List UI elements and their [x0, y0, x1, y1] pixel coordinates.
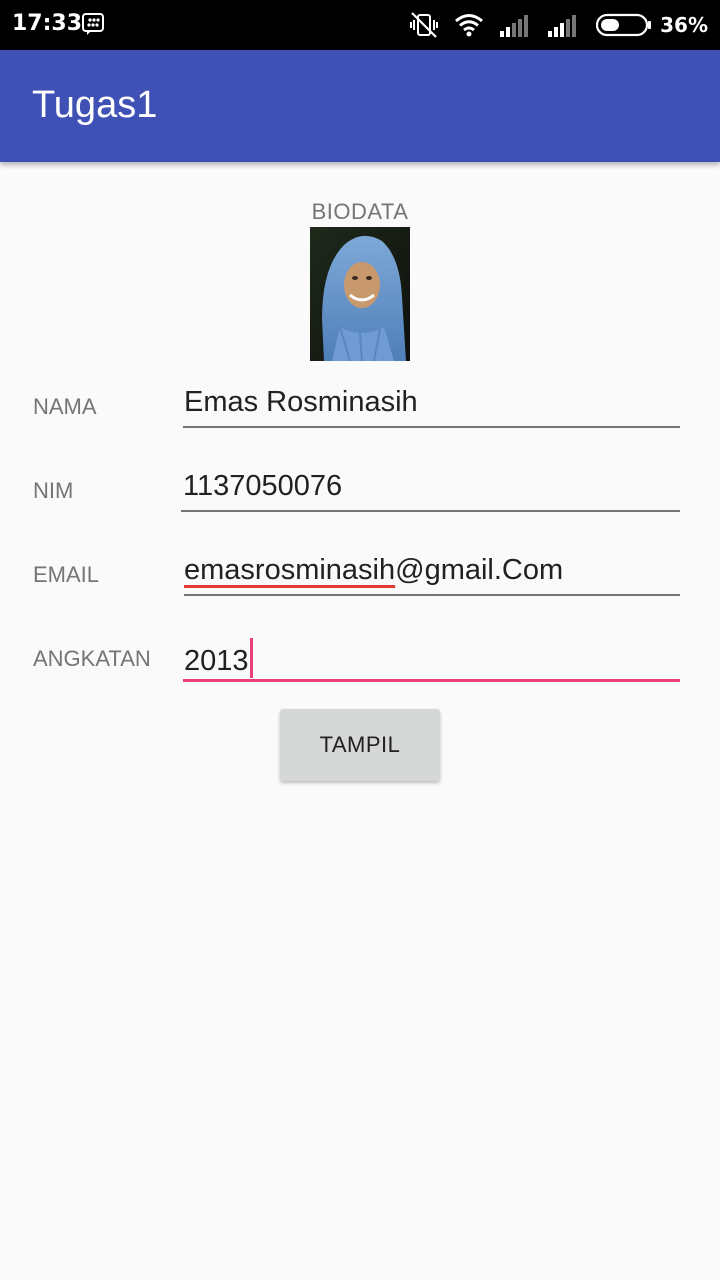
nim-input[interactable]: 1137050076 [183, 470, 342, 503]
text-cursor [249, 638, 253, 678]
angkatan-input-underline [183, 679, 680, 682]
status-time: 17:33 [12, 11, 83, 36]
email-input[interactable]: emasrosminasih@gmail.Com [184, 554, 563, 587]
email-input-underline [184, 594, 680, 596]
signal-icon [500, 15, 529, 37]
status-bar: 17:33 36% [0, 0, 720, 50]
bbm-notification-icon [82, 13, 104, 35]
app-bar: Tugas1 [0, 50, 720, 162]
profile-photo [310, 227, 410, 361]
status-icons: 36% [410, 12, 708, 38]
battery-icon [596, 13, 652, 37]
angkatan-input[interactable]: 2013 [184, 638, 253, 678]
email-misspelled-part: emasrosminasih [184, 554, 396, 586]
nim-input-underline [181, 510, 680, 512]
nama-label: NAMA [33, 394, 97, 419]
nim-label: NIM [33, 478, 74, 503]
biodata-heading: BIODATA [311, 199, 409, 224]
email-label: EMAIL [33, 562, 100, 587]
angkatan-label: ANGKATAN [33, 646, 151, 671]
nama-input-underline [183, 426, 680, 428]
signal-icon [548, 15, 577, 37]
email-domain-part: @gmail.Com [395, 554, 564, 586]
battery-percent: 36% [660, 13, 708, 37]
wifi-icon [455, 14, 484, 37]
angkatan-value: 2013 [184, 645, 249, 677]
app-title: Tugas1 [32, 84, 158, 126]
nama-input[interactable]: Emas Rosminasih [184, 386, 418, 419]
tampil-button[interactable]: TAMPIL [280, 709, 440, 781]
vibrate-off-icon [410, 12, 439, 38]
profile-photo-image [310, 227, 410, 361]
